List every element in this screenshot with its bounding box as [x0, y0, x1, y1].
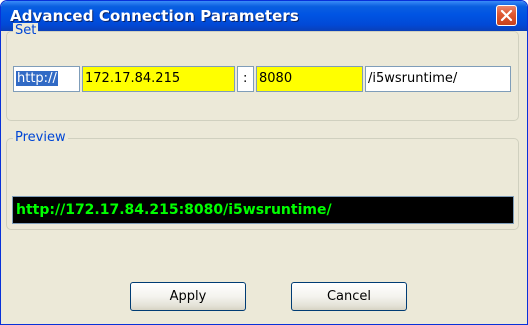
dialog-title: Advanced Connection Parameters	[10, 7, 299, 25]
close-button[interactable]	[496, 5, 517, 26]
path-field[interactable]: /i5wsruntime/	[365, 66, 511, 92]
protocol-field[interactable]: http://	[13, 66, 80, 92]
port-separator-field[interactable]: :	[237, 66, 254, 92]
cancel-button[interactable]: Cancel	[291, 282, 407, 311]
preview-url-display: http://172.17.84.215:8080/i5wsruntime/	[12, 196, 514, 224]
close-icon	[500, 9, 513, 22]
title-bar[interactable]: Advanced Connection Parameters	[1, 1, 527, 31]
preview-group-label: Preview	[13, 130, 68, 145]
port-field[interactable]: 8080	[256, 66, 363, 92]
protocol-value: http://	[16, 71, 58, 86]
set-group-label: Set	[13, 23, 39, 38]
apply-button[interactable]: Apply	[130, 282, 246, 311]
host-field[interactable]: 172.17.84.215	[82, 66, 235, 92]
